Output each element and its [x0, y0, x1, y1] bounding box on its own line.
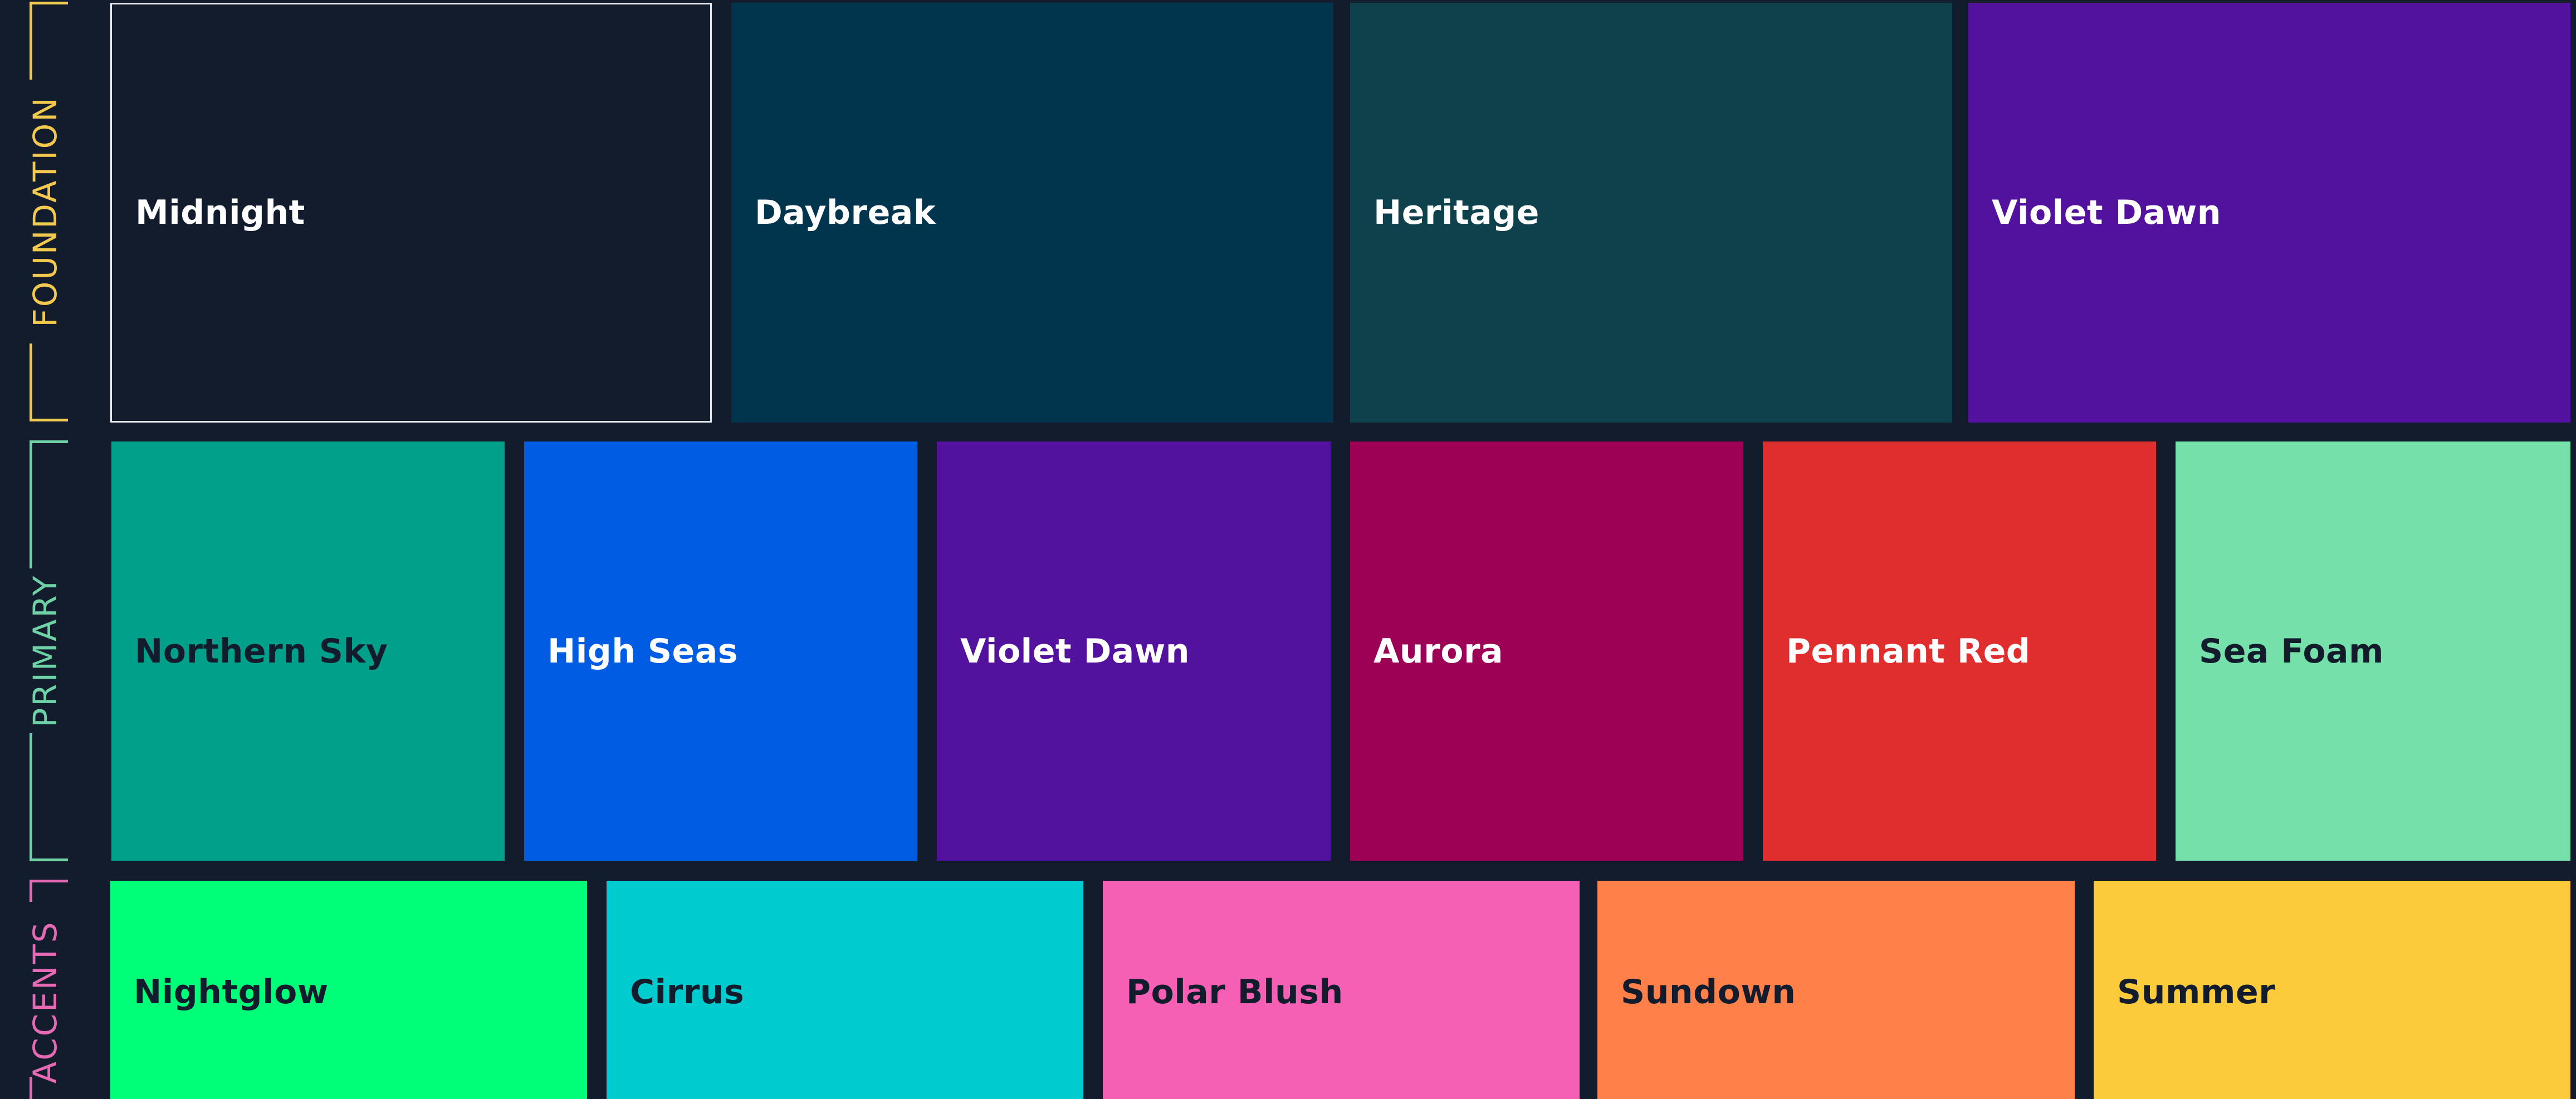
swatch-name: Midnight [135, 193, 305, 232]
swatch-name: Polar Blush [1126, 973, 1343, 1012]
primary-group-label: PRIMARY [26, 574, 64, 728]
swatch-name: Daybreak [755, 193, 936, 232]
swatch-pennant-red: Pennant Red [1763, 441, 2156, 861]
bracket-line-upper [30, 2, 32, 80]
color-palette: FOUNDATION PRIMARY ACCENTS Midnight Dayb… [0, 0, 2576, 1099]
swatch-name: Sea Foam [2199, 631, 2384, 671]
bracket-top-tick [30, 440, 68, 443]
swatch-name: Nightglow [134, 973, 329, 1012]
bracket-line-upper [30, 440, 32, 568]
swatch-name: Summer [2117, 973, 2276, 1012]
bracket-line-lower [30, 344, 32, 421]
accents-group-bracket: ACCENTS [26, 880, 68, 1099]
bracket-line-lower [30, 733, 32, 861]
swatch-name: Violet Dawn [960, 631, 1190, 671]
swatch-name: Northern Sky [135, 631, 388, 671]
swatch-northern-sky: Northern Sky [111, 441, 505, 861]
swatch-violet-dawn: Violet Dawn [1968, 3, 2570, 423]
swatch-name: High Seas [548, 631, 738, 671]
swatch-name: Violet Dawn [1992, 193, 2221, 232]
swatch-sea-foam: Sea Foam [2176, 441, 2570, 861]
foundation-group-bracket: FOUNDATION [26, 2, 68, 421]
swatch-name: Pennant Red [1786, 631, 2031, 671]
swatch-aurora: Aurora [1350, 441, 1743, 861]
swatch-summer: Summer [2094, 881, 2570, 1099]
swatch-name: Sundown [1621, 973, 1796, 1012]
bracket-bottom-tick [30, 419, 68, 421]
bracket-bottom-tick [30, 858, 68, 861]
primary-group-bracket: PRIMARY [26, 440, 68, 861]
swatch-cirrus: Cirrus [607, 881, 1083, 1099]
bracket-line-upper [30, 880, 32, 902]
bracket-top-tick [30, 2, 68, 4]
swatch-high-seas: High Seas [524, 441, 917, 861]
swatch-name: Cirrus [630, 973, 745, 1012]
swatch-nightglow: Nightglow [110, 881, 587, 1099]
swatch-name: Aurora [1373, 631, 1504, 671]
swatch-polar-blush: Polar Blush [1103, 881, 1580, 1099]
swatch-midnight: Midnight [110, 3, 712, 423]
accents-group-label: ACCENTS [26, 920, 64, 1084]
swatch-violet-dawn: Violet Dawn [937, 441, 1331, 861]
swatch-daybreak: Daybreak [731, 3, 1333, 423]
foundation-group-label: FOUNDATION [26, 96, 64, 327]
bracket-top-tick [30, 880, 68, 882]
swatch-name: Heritage [1373, 193, 1539, 232]
swatch-heritage: Heritage [1350, 3, 1952, 423]
swatch-sundown: Sundown [1597, 881, 2075, 1099]
